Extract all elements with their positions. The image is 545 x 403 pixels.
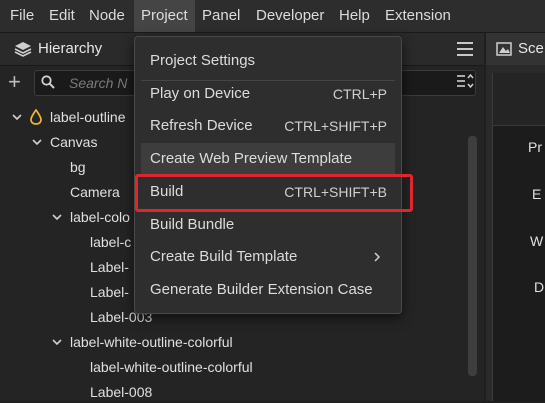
hamburger-menu-icon[interactable] [457,42,473,56]
menu-item-label: Generate Builder Extension Case [150,281,373,298]
tree-row[interactable]: label-white-outline-colorful [0,331,470,353]
menu-item-play-on-device[interactable]: Play on Device CTRL+P [141,78,395,110]
tree-label: Canvas [50,134,98,150]
scene-tab-label: Sce [518,40,544,57]
scene-label: Pr [528,139,542,155]
menu-item-shortcut: CTRL+SHIFT+P [284,118,387,134]
chevron-right-icon [374,252,381,262]
hierarchy-title: Hierarchy [38,40,103,57]
menu-developer[interactable]: Developer [249,0,331,32]
menu-item-label: Refresh Device [150,117,253,134]
menu-node[interactable]: Node [82,0,132,32]
tree-label: label-white-outline-colorful [90,359,253,375]
menu-project[interactable]: Project [134,0,195,32]
menu-item-label: Create Web Preview Template [150,150,353,167]
menu-help[interactable]: Help [332,0,377,32]
menu-bar: File Edit Node Project Panel Developer H… [0,0,545,33]
menu-file[interactable]: File [3,0,41,32]
menu-item-label: Project Settings [150,52,256,69]
tab-scene[interactable]: Sce [486,33,545,65]
chevron-down-icon[interactable] [52,337,62,347]
menu-item-label: Create Build Template [150,248,298,265]
menu-item-create-web-preview-template[interactable]: Create Web Preview Template [141,143,395,175]
tree-label: label-colo [70,209,130,225]
menu-item-shortcut: CTRL+P [332,86,387,102]
tree-label: label-c [90,234,132,250]
scene-label: E [532,186,542,202]
search-icon [41,75,55,89]
layers-icon [14,42,32,57]
menu-item-create-build-template[interactable]: Create Build Template [141,241,395,273]
menu-item-label: Build Bundle [150,216,235,233]
menu-item-generate-builder-extension-case[interactable]: Generate Builder Extension Case [141,274,395,306]
tree-label: Label-008 [90,384,153,400]
scene-panel: Sce Pr E W D [486,33,545,401]
scene-drop-icon [30,109,42,125]
tree-row[interactable]: Label-008 [0,381,470,403]
menu-edit[interactable]: Edit [42,0,82,32]
menu-item-refresh-device[interactable]: Refresh Device CTRL+SHIFT+P [141,110,395,142]
chevron-down-icon[interactable] [52,212,62,222]
menu-item-project-settings[interactable]: Project Settings [141,45,395,77]
menu-extension[interactable]: Extension [378,0,458,32]
tree-label: bg [70,159,86,175]
tree-label: Label- [90,284,129,300]
menu-panel[interactable]: Panel [195,0,247,32]
tree-row[interactable]: label-white-outline-colorful [0,356,470,378]
tree-label: Camera [70,184,120,200]
scene-icon [496,42,512,56]
hierarchy-scrollbar[interactable] [468,136,477,376]
build-highlight-box [135,174,413,212]
tree-label: Label- [90,259,129,275]
tree-label: label-outline [50,109,126,125]
scene-toolbar [493,73,545,126]
menu-item-build-bundle[interactable]: Build Bundle [141,209,395,241]
sort-options-icon[interactable] [456,73,474,89]
chevron-down-icon[interactable] [12,112,22,122]
add-node-icon[interactable]: + [8,71,21,93]
tree-label: label-white-outline-colorful [70,334,233,350]
scene-label: D [534,279,545,295]
menu-item-label: Play on Device [150,85,251,102]
chevron-down-icon[interactable] [32,137,42,147]
scene-label: W [530,233,544,249]
